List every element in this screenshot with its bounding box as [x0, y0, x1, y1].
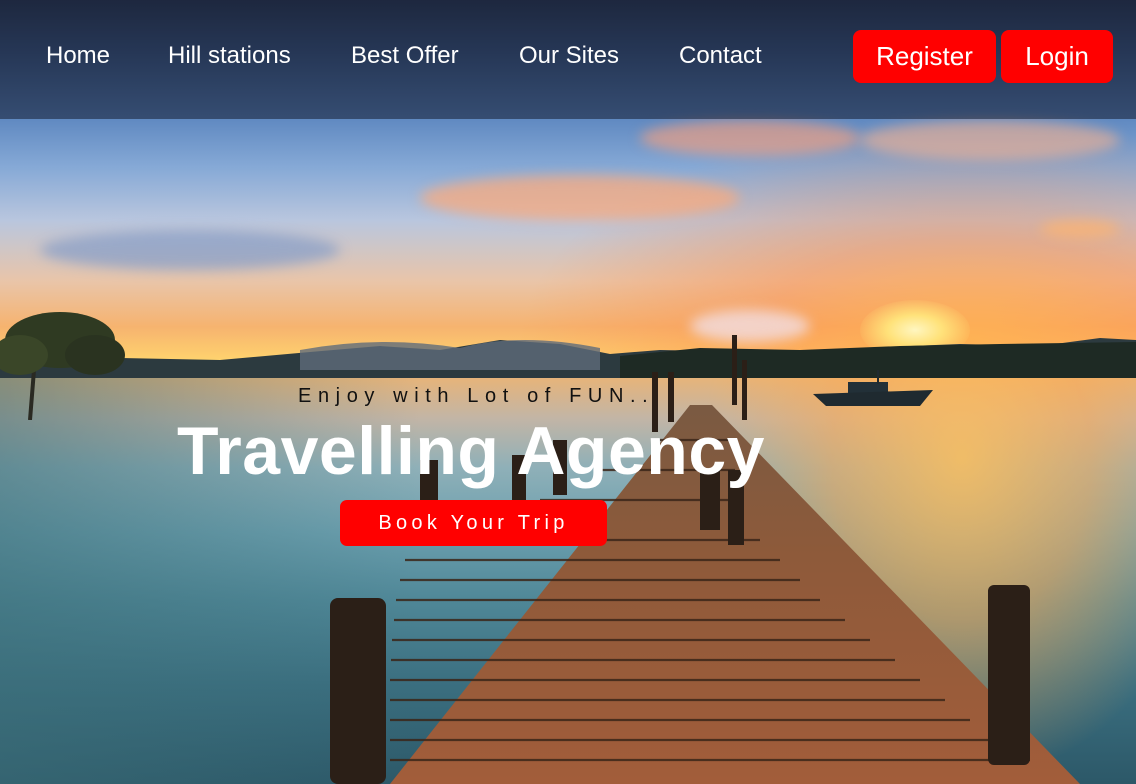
hero-tagline: Enjoy with Lot of FUN.. — [298, 385, 655, 407]
register-button[interactable]: Register — [853, 30, 996, 83]
login-button[interactable]: Login — [1001, 30, 1113, 83]
hero-title: Travelling Agency — [177, 413, 765, 489]
nav-link-hill-stations[interactable]: Hill stations — [168, 42, 291, 70]
nav-link-contact[interactable]: Contact — [679, 42, 762, 70]
nav-link-home[interactable]: Home — [46, 42, 110, 70]
nav-link-best-offer[interactable]: Best Offer — [351, 42, 459, 70]
nav-link-our-sites[interactable]: Our Sites — [519, 42, 619, 70]
book-your-trip-button[interactable]: Book Your Trip — [340, 500, 607, 546]
